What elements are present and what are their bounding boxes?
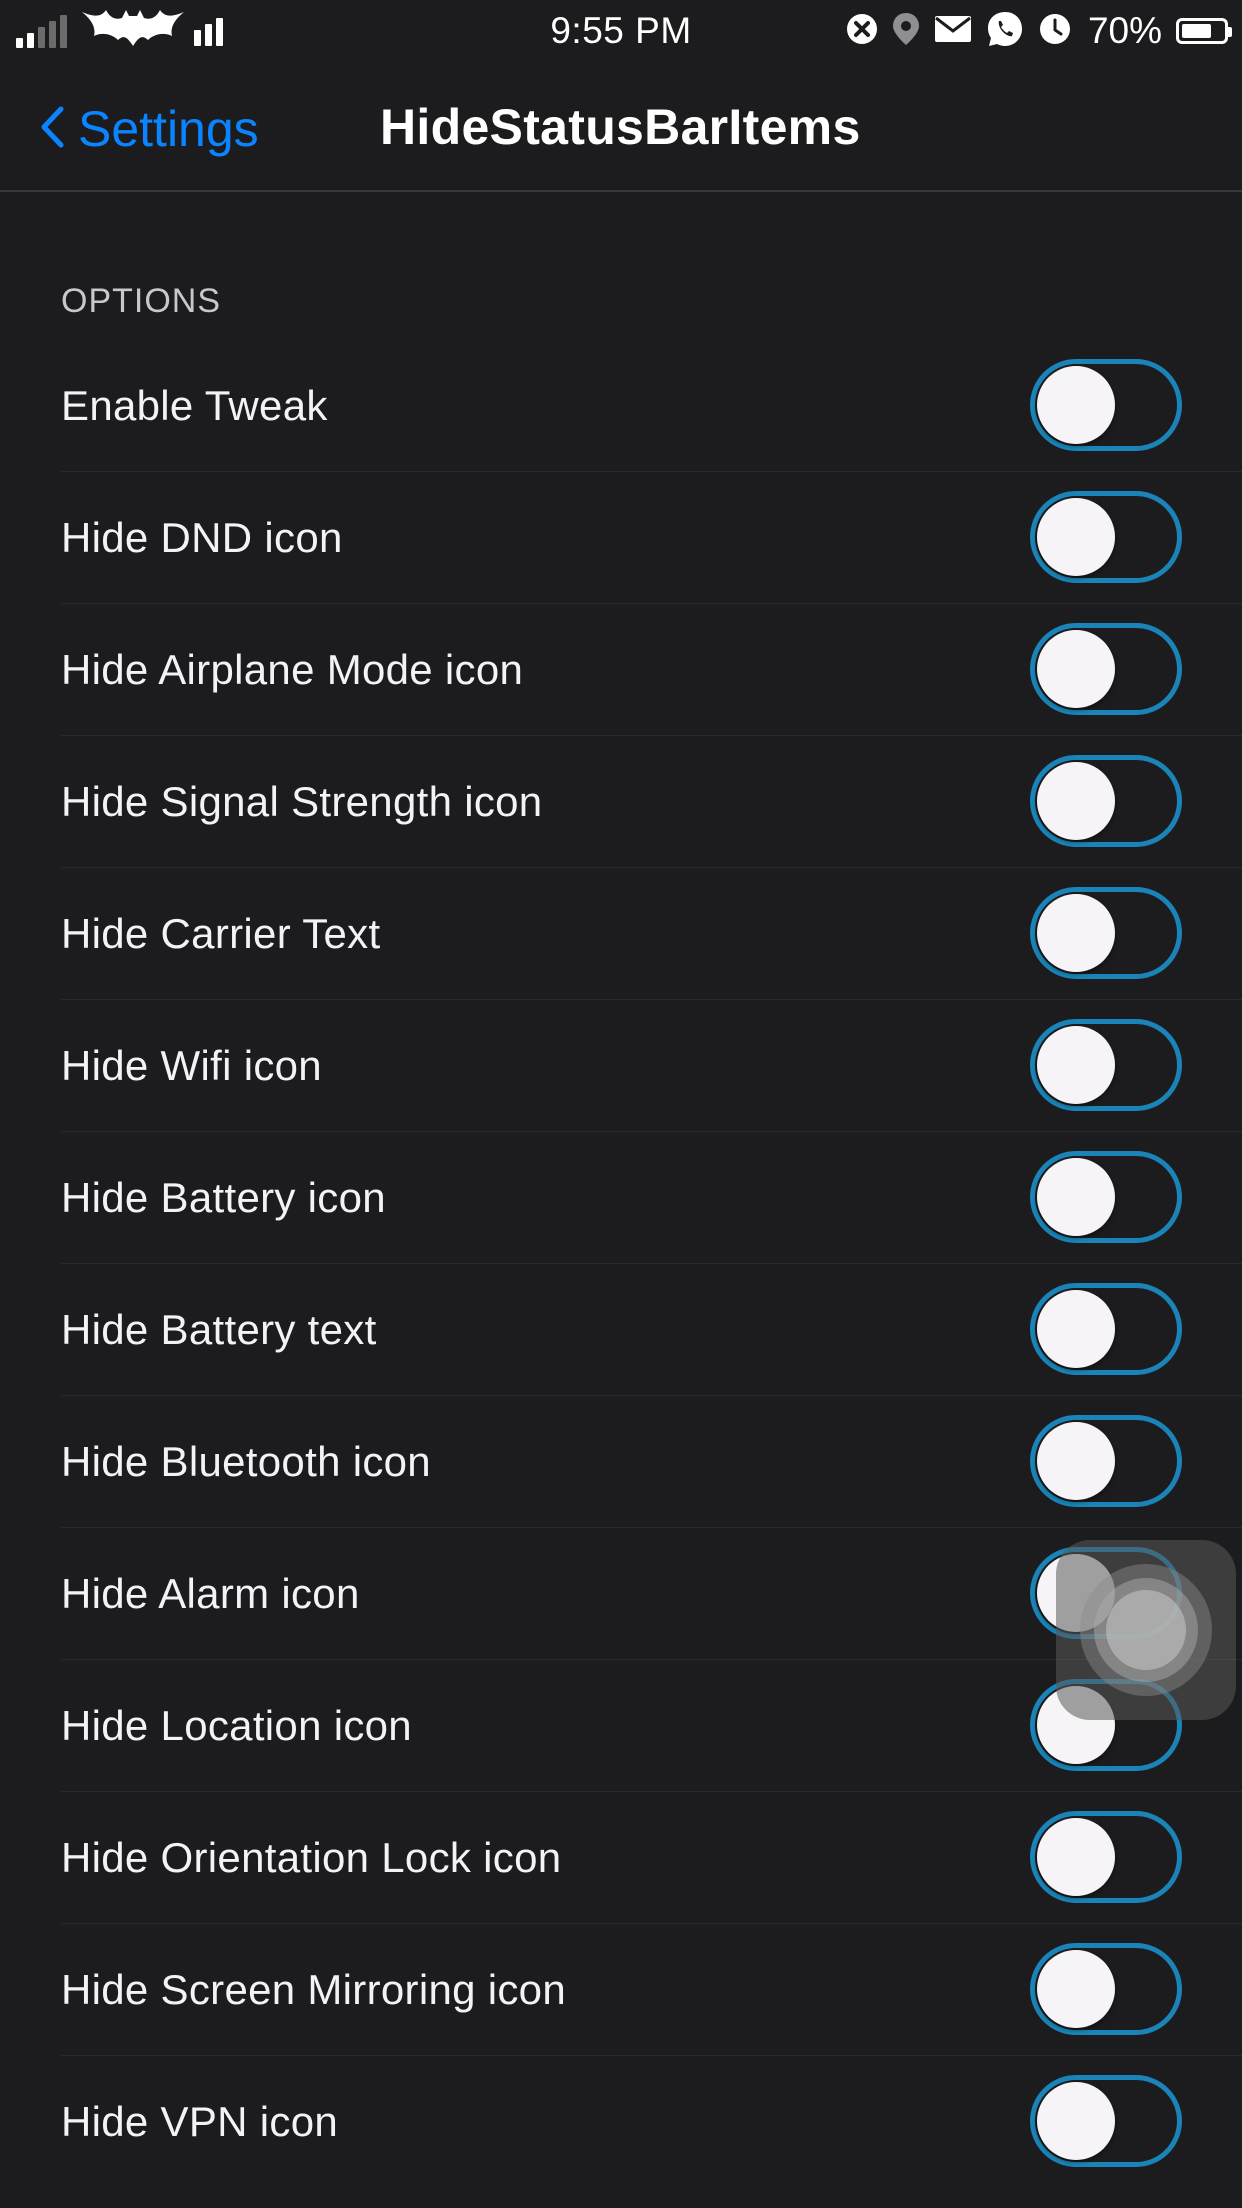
alarm-clock-icon [1038, 12, 1072, 51]
option-row-hide-bluetooth: Hide Bluetooth icon [0, 1396, 1242, 1528]
section-header: OPTIONS [0, 192, 1242, 340]
option-row-hide-screen-mirroring: Hide Screen Mirroring icon [0, 1924, 1242, 2056]
close-circle-icon [846, 13, 878, 50]
hide-signal-toggle[interactable] [1030, 755, 1182, 847]
toggle-knob [1037, 1818, 1115, 1896]
option-row-hide-carrier: Hide Carrier Text [0, 868, 1242, 1000]
option-label: Hide Bluetooth icon [61, 1438, 431, 1485]
location-icon [892, 12, 920, 51]
option-label: Enable Tweak [61, 382, 328, 429]
hide-airplane-toggle[interactable] [1030, 623, 1182, 715]
chevron-left-icon [38, 105, 66, 154]
option-row-hide-battery-text: Hide Battery text [0, 1264, 1242, 1396]
hide-wifi-toggle[interactable] [1030, 1019, 1182, 1111]
page-title: HideStatusBarItems [380, 99, 861, 155]
section-header-label: OPTIONS [61, 282, 222, 320]
option-label: Hide DND icon [61, 514, 343, 561]
option-label: Hide Location icon [61, 1702, 412, 1749]
option-row-enable-tweak: Enable Tweak [0, 340, 1242, 472]
toggle-knob [1037, 498, 1115, 576]
option-label: Hide Wifi icon [61, 1042, 322, 1089]
option-row-hide-airplane: Hide Airplane Mode icon [0, 604, 1242, 736]
assistive-touch-button[interactable] [1056, 1540, 1236, 1720]
toggle-knob [1037, 2082, 1115, 2160]
hide-battery-icon-toggle[interactable] [1030, 1151, 1182, 1243]
toggle-knob [1037, 366, 1115, 444]
option-label: Hide Screen Mirroring icon [61, 1966, 566, 2013]
hide-battery-text-toggle[interactable] [1030, 1283, 1182, 1375]
toggle-knob [1037, 1950, 1115, 2028]
hide-orientation-lock-toggle[interactable] [1030, 1811, 1182, 1903]
option-label: Hide Orientation Lock icon [61, 1834, 562, 1881]
hide-dnd-toggle[interactable] [1030, 491, 1182, 583]
option-label: Hide Carrier Text [61, 910, 381, 957]
hide-screen-mirroring-toggle[interactable] [1030, 1943, 1182, 2035]
option-label: Hide Battery text [61, 1306, 377, 1353]
toggle-knob [1037, 1290, 1115, 1368]
options-list: Enable Tweak Hide DND icon Hide Airplane… [0, 340, 1242, 2188]
navigation-bar: Settings HideStatusBarItems [0, 62, 1242, 192]
option-label: Hide Alarm icon [61, 1570, 360, 1617]
toggle-knob [1037, 762, 1115, 840]
toggle-knob [1037, 1422, 1115, 1500]
battery-percent: 70% [1087, 10, 1162, 51]
status-bar: 9:55 PM 70% [0, 0, 1242, 62]
option-row-hide-battery-icon: Hide Battery icon [0, 1132, 1242, 1264]
option-label: Hide Signal Strength icon [61, 778, 543, 825]
toggle-knob [1037, 630, 1115, 708]
whatsapp-icon [986, 10, 1024, 53]
back-button-label: Settings [78, 101, 259, 157]
option-label: Hide Battery icon [61, 1174, 386, 1221]
toggle-knob [1037, 1026, 1115, 1104]
toggle-knob [1037, 894, 1115, 972]
option-row-hide-wifi: Hide Wifi icon [0, 1000, 1242, 1132]
option-row-hide-signal: Hide Signal Strength icon [0, 736, 1242, 868]
back-button[interactable]: Settings [38, 100, 259, 158]
mail-icon [934, 15, 972, 48]
option-row-hide-vpn: Hide VPN icon [0, 2056, 1242, 2188]
battery-icon [1176, 18, 1232, 44]
toggle-knob [1037, 1158, 1115, 1236]
option-label: Hide VPN icon [61, 2098, 339, 2145]
enable-tweak-toggle[interactable] [1030, 359, 1182, 451]
hide-bluetooth-toggle[interactable] [1030, 1415, 1182, 1507]
hide-vpn-toggle[interactable] [1030, 2075, 1182, 2167]
option-row-hide-orientation-lock: Hide Orientation Lock icon [0, 1792, 1242, 1924]
status-right-cluster: 70% [846, 8, 1232, 54]
option-label: Hide Airplane Mode icon [61, 646, 524, 693]
option-row-hide-dnd: Hide DND icon [0, 472, 1242, 604]
hide-carrier-toggle[interactable] [1030, 887, 1182, 979]
